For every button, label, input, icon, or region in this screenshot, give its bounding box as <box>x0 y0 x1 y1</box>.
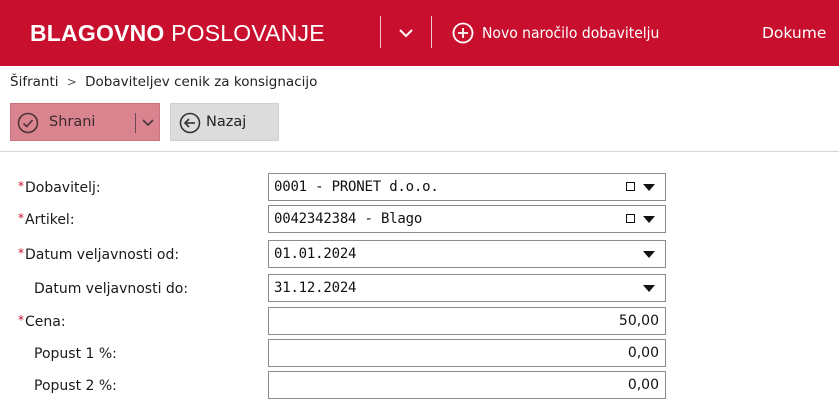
valid-to-value: 31.12.2024 <box>274 280 357 296</box>
valid-from-label: *Datum veljavnosti od: <box>18 246 180 263</box>
split-divider <box>135 113 136 133</box>
discount-2-label: Popust 2 %: <box>34 378 117 394</box>
discount-1-input[interactable]: 0,00 <box>268 339 666 367</box>
dropdown-arrow-icon[interactable] <box>643 184 655 191</box>
form-row-supplier: *Dobavitelj: 0001 - PRONET d.o.o. <box>0 173 839 203</box>
article-select[interactable]: 0042342384 - Blago <box>268 205 666 233</box>
calendar-dropdown-icon[interactable] <box>643 251 655 258</box>
supplier-value: 0001 - PRONET d.o.o. <box>274 179 439 195</box>
top-bar: BLAGOVNO POSLOVANJE Novo naročilo dobavi… <box>0 0 839 66</box>
app-title-light: POSLOVANJE <box>171 20 325 46</box>
required-marker: * <box>18 313 24 327</box>
valid-to-date-field[interactable]: 31.12.2024 <box>268 274 666 302</box>
valid-from-value: 01.01.2024 <box>274 246 357 262</box>
price-input[interactable]: 50,00 <box>268 307 666 335</box>
discount-2-value: 0,00 <box>627 377 659 393</box>
required-marker: * <box>18 179 24 193</box>
article-label: *Artikel: <box>18 211 75 228</box>
chevron-down-icon[interactable] <box>141 113 155 133</box>
save-label: Shrani <box>49 114 96 130</box>
required-marker: * <box>18 211 24 225</box>
module-menu-toggle[interactable] <box>386 20 426 46</box>
breadcrumb-current: Dobaviteljev cenik za konsignacijo <box>85 74 318 90</box>
check-circle-icon <box>17 112 39 134</box>
breadcrumb: Šifranti > Dobaviteljev cenik za konsign… <box>10 72 317 92</box>
price-label: *Cena: <box>18 313 66 330</box>
new-supplier-order-button[interactable]: Novo naročilo dobavitelju <box>452 20 659 46</box>
form-row-article: *Artikel: 0042342384 - Blago <box>0 205 839 235</box>
new-supplier-order-label: Novo naročilo dobavitelju <box>482 24 660 42</box>
app-title: BLAGOVNO POSLOVANJE <box>30 18 325 48</box>
app-title-bold: BLAGOVNO <box>30 20 165 46</box>
toolbar: Shrani Nazaj <box>0 103 839 143</box>
back-button[interactable]: Nazaj <box>170 103 279 141</box>
form-row-discount-1: Popust 1 %: 0,00 <box>0 339 839 369</box>
chevron-down-icon <box>399 29 413 38</box>
valid-from-date-field[interactable]: 01.01.2024 <box>268 240 666 268</box>
save-button[interactable]: Shrani <box>10 103 160 141</box>
discount-2-input[interactable]: 0,00 <box>268 371 666 399</box>
calendar-dropdown-icon[interactable] <box>643 285 655 292</box>
supplier-label: *Dobavitelj: <box>18 179 101 196</box>
article-value: 0042342384 - Blago <box>274 211 423 227</box>
header-separator <box>431 16 432 48</box>
valid-to-label: Datum veljavnosti do: <box>34 281 189 297</box>
documents-menu[interactable]: Dokume <box>762 20 826 46</box>
toolbar-divider <box>0 151 839 152</box>
discount-1-label: Popust 1 %: <box>34 346 117 362</box>
header-separator <box>380 16 381 48</box>
lookup-icon[interactable] <box>626 182 635 191</box>
arrow-left-circle-icon <box>179 112 201 134</box>
required-marker: * <box>18 246 24 260</box>
form-row-discount-2: Popust 2 %: 0,00 <box>0 371 839 401</box>
form-row-valid-to: Datum veljavnosti do: 31.12.2024 <box>0 274 839 304</box>
form-row-price: *Cena: 50,00 <box>0 307 839 337</box>
back-label: Nazaj <box>206 114 247 130</box>
breadcrumb-root[interactable]: Šifranti <box>10 74 59 90</box>
supplier-select[interactable]: 0001 - PRONET d.o.o. <box>268 173 666 201</box>
discount-1-value: 0,00 <box>627 345 659 361</box>
lookup-icon[interactable] <box>626 214 635 223</box>
form-row-valid-from: *Datum veljavnosti od: 01.01.2024 <box>0 240 839 270</box>
price-value: 50,00 <box>618 313 659 329</box>
plus-circle-icon <box>452 22 474 44</box>
breadcrumb-separator: > <box>66 75 77 89</box>
dropdown-arrow-icon[interactable] <box>643 216 655 223</box>
